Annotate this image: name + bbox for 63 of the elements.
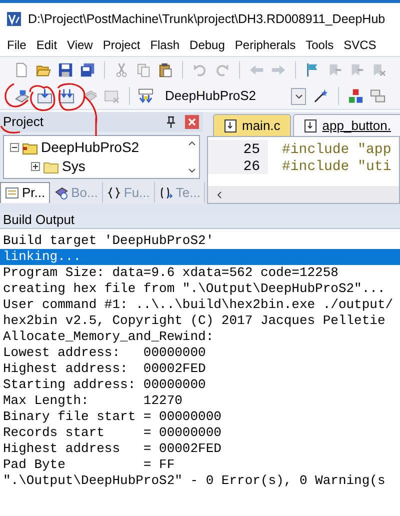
scroll-up-icon[interactable] (188, 140, 196, 147)
output-line[interactable]: User command #1: ..\..\build\hex2bin.exe ./output/ (0, 297, 400, 313)
new-file-icon[interactable] (14, 62, 30, 78)
caret-icon (294, 92, 303, 100)
line-number: 26 (208, 157, 268, 174)
expander-icon[interactable] (31, 162, 40, 171)
flag-icon[interactable] (304, 62, 320, 78)
build-icon[interactable] (36, 88, 52, 104)
file-icon (224, 118, 237, 132)
project-icon (5, 186, 19, 200)
output-line[interactable]: Program Size: data=9.6 xdata=562 code=12258 (0, 265, 400, 281)
panel-title: Project (3, 113, 44, 132)
output-line[interactable]: Max Length: 12270 (0, 393, 400, 409)
expander-icon[interactable] (10, 143, 19, 152)
save-all-icon[interactable] (80, 62, 96, 78)
template-icon (158, 186, 173, 200)
load-icon[interactable] (138, 88, 154, 104)
menu-item[interactable]: Flash (145, 36, 185, 54)
output-line[interactable]: ".\Output\DeepHubProS2" - 0 Error(s), 0 Warning(s (0, 473, 400, 489)
tree-item[interactable]: DeepHubProS2 (41, 137, 140, 158)
rebuild-icon[interactable] (59, 88, 74, 104)
output-line[interactable]: Starting address: 00000000 (0, 377, 400, 393)
panel-tab[interactable]: Pr... (0, 182, 50, 203)
menu-item[interactable]: Peripherals (230, 36, 301, 54)
window-title: D:\Project\PostMachine\Trunk\project\DH3.RD008911_DeepHub (28, 10, 386, 28)
menu-item[interactable]: View (62, 36, 98, 54)
magic-wand-icon[interactable] (313, 88, 329, 104)
menu-item[interactable]: Debug (184, 36, 230, 54)
braces-icon (106, 186, 121, 200)
menu-item[interactable]: Project (98, 36, 146, 54)
output-line[interactable]: Lowest address: 00000000 (0, 345, 400, 361)
pin-icon[interactable] (165, 116, 177, 128)
menu-item[interactable]: Tools (300, 36, 339, 54)
menu-item[interactable]: SVCS (338, 36, 382, 54)
horizontal-scrollbar[interactable] (208, 186, 399, 203)
scroll-down-icon[interactable] (188, 167, 196, 174)
output-line[interactable]: hex2bin v2.5, Copyright (C) 2017 Jacques Pelletie (0, 313, 400, 329)
save-icon[interactable] (58, 62, 74, 78)
editor-tab[interactable]: app_button. (293, 114, 400, 136)
menu-item[interactable]: File (2, 36, 32, 54)
scroll-left-icon[interactable] (216, 190, 223, 198)
panel-title: Build Output (3, 211, 75, 230)
target-name: DeepHubProS2 (164, 87, 256, 106)
paste-icon[interactable] (158, 62, 174, 78)
output-line[interactable]: Highest address: 00002FED (0, 361, 400, 377)
menu-item[interactable]: Edit (31, 36, 62, 54)
editor-tab[interactable]: main.c (213, 114, 292, 136)
file-icon (304, 118, 318, 132)
output-line[interactable]: Highest address = 00002FED (0, 441, 400, 457)
tree-item[interactable]: Sys (62, 156, 86, 177)
output-line[interactable]: Allocate_Memory_and_Rewind: (0, 329, 400, 345)
line-number: 25 (208, 140, 268, 157)
app-logo-icon (6, 11, 22, 27)
output-line[interactable]: Binary file start = 00000000 (0, 409, 400, 425)
output-line[interactable]: creating hex file from ".\Output\DeepHubProS2"... (0, 281, 400, 297)
output-line[interactable]: Records start = 00000000 (0, 425, 400, 441)
output-line[interactable]: Pad Byte = FF (0, 457, 400, 473)
dropdown-button[interactable] (291, 88, 306, 104)
components-icon[interactable] (348, 88, 364, 104)
code-line: #include "app (281, 141, 392, 157)
code-line: #include "uti (281, 158, 392, 174)
output-line[interactable]: Build target 'DeepHubProS2' (0, 233, 400, 249)
close-icon[interactable] (185, 115, 199, 129)
